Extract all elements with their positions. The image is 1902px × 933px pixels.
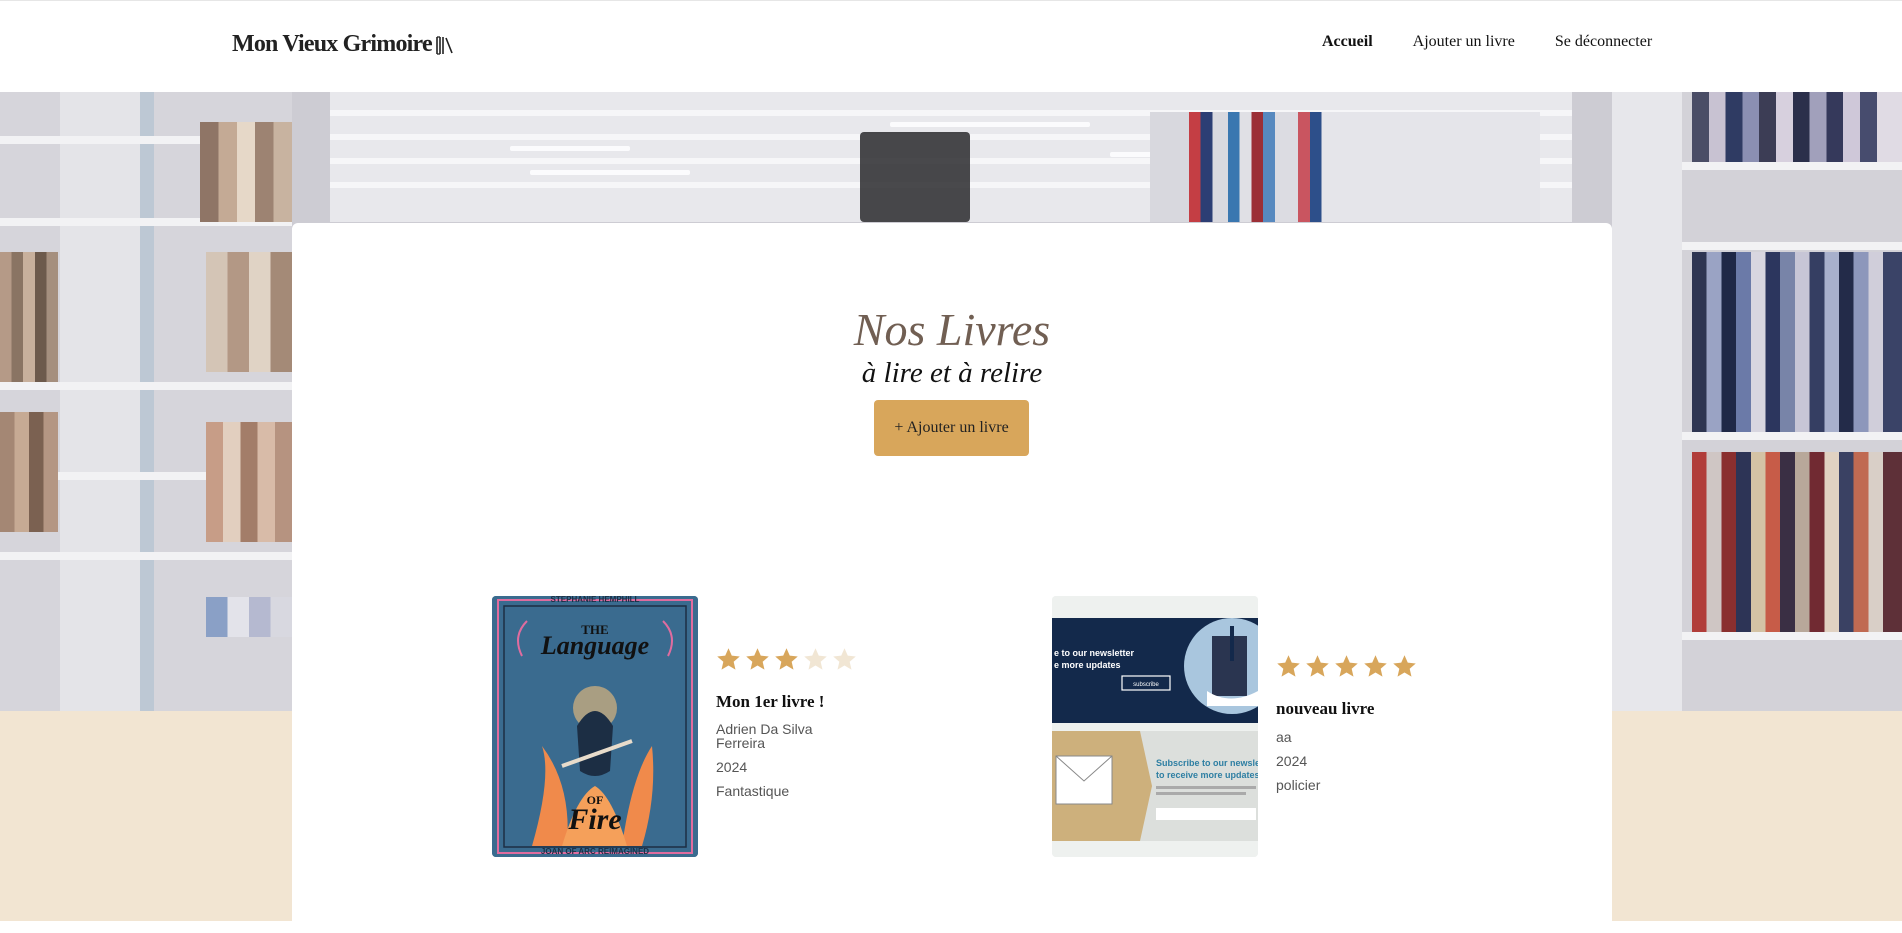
star-filled-icon	[1335, 655, 1358, 677]
book-title: nouveau livre	[1276, 699, 1375, 718]
cover-heading-1: e to our newsletter	[1054, 648, 1135, 658]
cover-subtitle: JOAN OF ARC REIMAGINED	[541, 847, 649, 856]
page-subtitle: à lire et à relire	[861, 357, 1043, 389]
cover-subscribe-button: subscribe	[1133, 682, 1159, 688]
nav-link-accueil[interactable]: Accueil	[1322, 33, 1373, 51]
book-rating	[715, 646, 858, 673]
book-genre: Fantastique	[716, 783, 790, 799]
left-shelves	[0, 92, 292, 711]
book-author: aa	[1276, 729, 1292, 745]
page-title: Nos Livres	[853, 304, 1051, 355]
cover-title-language: Language	[540, 631, 649, 660]
book-genre: policier	[1276, 777, 1321, 793]
book-card[interactable]: STEPHANIE HEMPHILL THE Language OF Fire …	[492, 596, 856, 858]
cover-title-fire: Fire	[567, 803, 621, 836]
back-shelf-books	[1150, 112, 1540, 222]
book-title: Mon 1er livre !	[716, 692, 825, 711]
star-filled-icon	[717, 648, 740, 670]
book-cover-image: STEPHANIE HEMPHILL THE Language OF Fire …	[492, 596, 698, 857]
site-logo[interactable]: Mon Vieux Grimoire	[232, 31, 454, 58]
star-filled-icon	[1277, 655, 1300, 677]
cover-heading-2: e more updates	[1054, 660, 1121, 670]
star-filled-icon	[1306, 655, 1329, 677]
newsletter-cover: e to our newsletter e more updates subsc…	[1052, 596, 1258, 857]
book-author: Adrien Da Silva Ferreira	[716, 721, 813, 751]
cover-author: STEPHANIE HEMPHILL	[551, 596, 640, 604]
star-filled-icon	[775, 648, 798, 670]
cover-heading-4: to receive more updates	[1156, 770, 1258, 780]
language-of-fire-cover: STEPHANIE HEMPHILL THE Language OF Fire …	[492, 596, 698, 857]
books-logo-icon	[435, 35, 453, 55]
add-book-button[interactable]: + Ajouter un livre	[874, 400, 1029, 456]
book-year: 2024	[716, 759, 748, 775]
main-nav: Accueil Ajouter un livre Se déconnecter	[1322, 33, 1652, 51]
book-rating	[1275, 653, 1418, 680]
books-section-card: Nos Livres à lire et à relire + Ajouter …	[292, 223, 1612, 933]
star-filled-icon	[746, 648, 769, 670]
logo-text: Mon Vieux Grimoire	[232, 31, 433, 57]
star-filled-icon	[1393, 655, 1416, 677]
nav-link-ajouter-livre[interactable]: Ajouter un livre	[1413, 33, 1515, 51]
book-card[interactable]: e to our newsletter e more updates subsc…	[1052, 596, 1416, 858]
cover-heading-3: Subscribe to our newsle	[1156, 758, 1258, 768]
star-filled-icon	[1364, 655, 1387, 677]
nav-link-deconnecter[interactable]: Se déconnecter	[1555, 33, 1652, 51]
star-empty-icon	[804, 648, 827, 670]
right-shelves	[1612, 92, 1902, 711]
star-empty-icon	[833, 648, 856, 670]
site-header: Mon Vieux Grimoire Accueil Ajouter un li…	[0, 0, 1902, 92]
book-year: 2024	[1276, 753, 1308, 769]
book-cover-image: e to our newsletter e more updates subsc…	[1052, 596, 1258, 857]
